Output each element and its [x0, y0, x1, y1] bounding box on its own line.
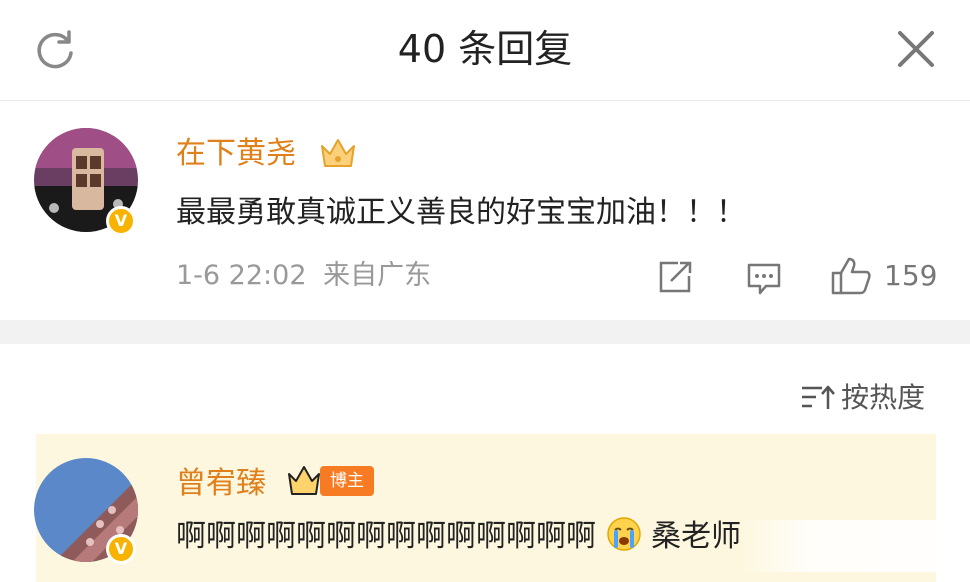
comment-icon — [747, 263, 781, 295]
reply-text-suffix: 桑老师 — [651, 519, 742, 554]
section-divider — [0, 320, 970, 344]
like-count: 159 — [884, 259, 938, 292]
verified-badge-icon: V — [106, 534, 136, 564]
comment-text: 最最勇敢真诚正义善良的好宝宝加油！！！ — [176, 195, 746, 230]
comment-timestamp: 1-6 22:02 — [176, 260, 307, 291]
reply-button[interactable] — [746, 262, 782, 300]
close-icon — [898, 31, 934, 67]
sort-icon — [802, 385, 835, 409]
verified-badge-icon: V — [106, 206, 136, 236]
dialog-header: 40 条回复 — [0, 0, 970, 101]
comment-username[interactable]: 在下黄尧 — [176, 134, 296, 174]
crown-icon — [321, 139, 355, 167]
reply-text: 啊啊啊啊啊啊啊啊啊啊啊啊啊啊 桑老师 — [176, 516, 741, 558]
share-button[interactable] — [658, 260, 694, 298]
share-icon — [659, 261, 692, 293]
reply-username[interactable]: 曾宥臻 — [176, 464, 266, 504]
sort-label: 按热度 — [841, 381, 926, 414]
watermark — [740, 520, 970, 572]
page-title: 40 条回复 — [397, 27, 573, 71]
comment-location: 来自广东 — [323, 260, 432, 291]
crown-icon — [288, 466, 320, 495]
crying-face-icon — [606, 517, 641, 551]
blogger-tag: 博主 — [320, 466, 374, 496]
sort-button[interactable]: 按热度 — [800, 378, 925, 418]
close-button[interactable] — [892, 25, 940, 73]
thumbs-up-icon — [831, 257, 871, 295]
like-button[interactable] — [830, 256, 872, 300]
reply-text-main: 啊啊啊啊啊啊啊啊啊啊啊啊啊啊 — [176, 519, 596, 554]
comment-meta: 1-6 22:02 来自广东 — [176, 258, 431, 294]
